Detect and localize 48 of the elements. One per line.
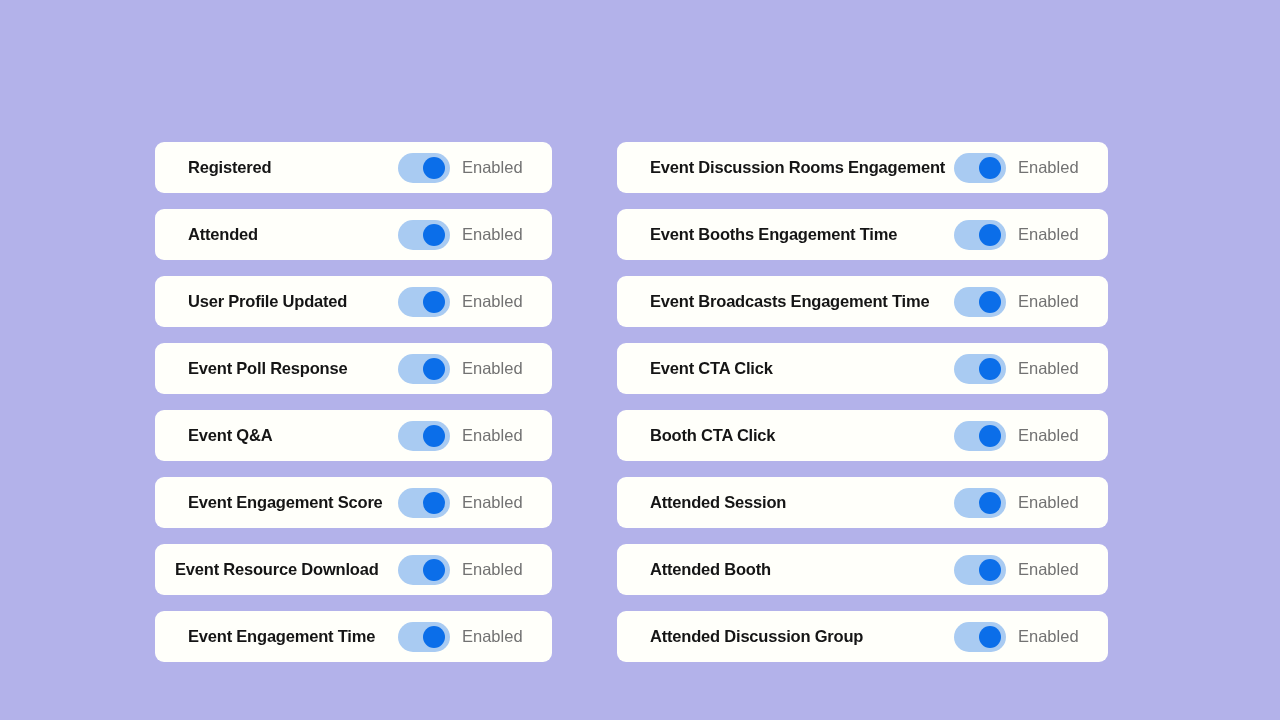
setting-label: Event Broadcasts Engagement Time — [649, 292, 931, 311]
status-text: Enabled — [1018, 426, 1080, 445]
toggle-switch[interactable] — [954, 286, 1006, 317]
setting-label: Attended Discussion Group — [649, 627, 865, 646]
toggle-switch[interactable] — [398, 353, 450, 384]
toggle-switch[interactable] — [398, 554, 450, 585]
toggle-switch[interactable] — [954, 621, 1006, 652]
status-text: Enabled — [462, 158, 524, 177]
setting-label: Event Q&A — [187, 426, 274, 445]
status-text: Enabled — [1018, 627, 1080, 646]
status-text: Enabled — [1018, 493, 1080, 512]
toggle-switch[interactable] — [398, 487, 450, 518]
status-text: Enabled — [462, 292, 524, 311]
status-text: Enabled — [1018, 560, 1080, 579]
setting-label: User Profile Updated — [187, 292, 349, 311]
status-text: Enabled — [462, 560, 524, 579]
status-text: Enabled — [462, 493, 524, 512]
toggle-switch[interactable] — [954, 420, 1006, 451]
setting-label: Attended — [187, 225, 259, 244]
toggle-switch[interactable] — [398, 420, 450, 451]
toggle-switch[interactable] — [398, 219, 450, 250]
toggle-switch[interactable] — [954, 152, 1006, 183]
setting-label: Attended Booth — [649, 560, 772, 579]
status-text: Enabled — [1018, 225, 1080, 244]
toggle-switch[interactable] — [398, 152, 450, 183]
status-text: Enabled — [1018, 359, 1080, 378]
status-text: Enabled — [462, 426, 524, 445]
toggle-switch[interactable] — [398, 286, 450, 317]
status-text: Enabled — [1018, 158, 1080, 177]
setting-label: Event Engagement Score — [187, 493, 384, 512]
status-text: Enabled — [462, 359, 524, 378]
toggle-switch[interactable] — [398, 621, 450, 652]
status-text: Enabled — [462, 627, 524, 646]
setting-label: Event Poll Response — [187, 359, 349, 378]
setting-label: Event Engagement Time — [187, 627, 377, 646]
toggle-switch[interactable] — [954, 219, 1006, 250]
setting-label: Event CTA Click — [649, 359, 774, 378]
toggle-switch[interactable] — [954, 353, 1006, 384]
setting-label: Attended Session — [649, 493, 788, 512]
status-text: Enabled — [462, 225, 524, 244]
setting-label: Event Discussion Rooms Engagement — [649, 158, 947, 177]
toggle-switch[interactable] — [954, 554, 1006, 585]
status-text: Enabled — [1018, 292, 1080, 311]
setting-label: Registered — [187, 158, 273, 177]
setting-label: Event Resource Download — [175, 560, 380, 579]
setting-label: Event Booths Engagement Time — [649, 225, 899, 244]
setting-label: Booth CTA Click — [649, 426, 777, 445]
toggle-switch[interactable] — [954, 487, 1006, 518]
